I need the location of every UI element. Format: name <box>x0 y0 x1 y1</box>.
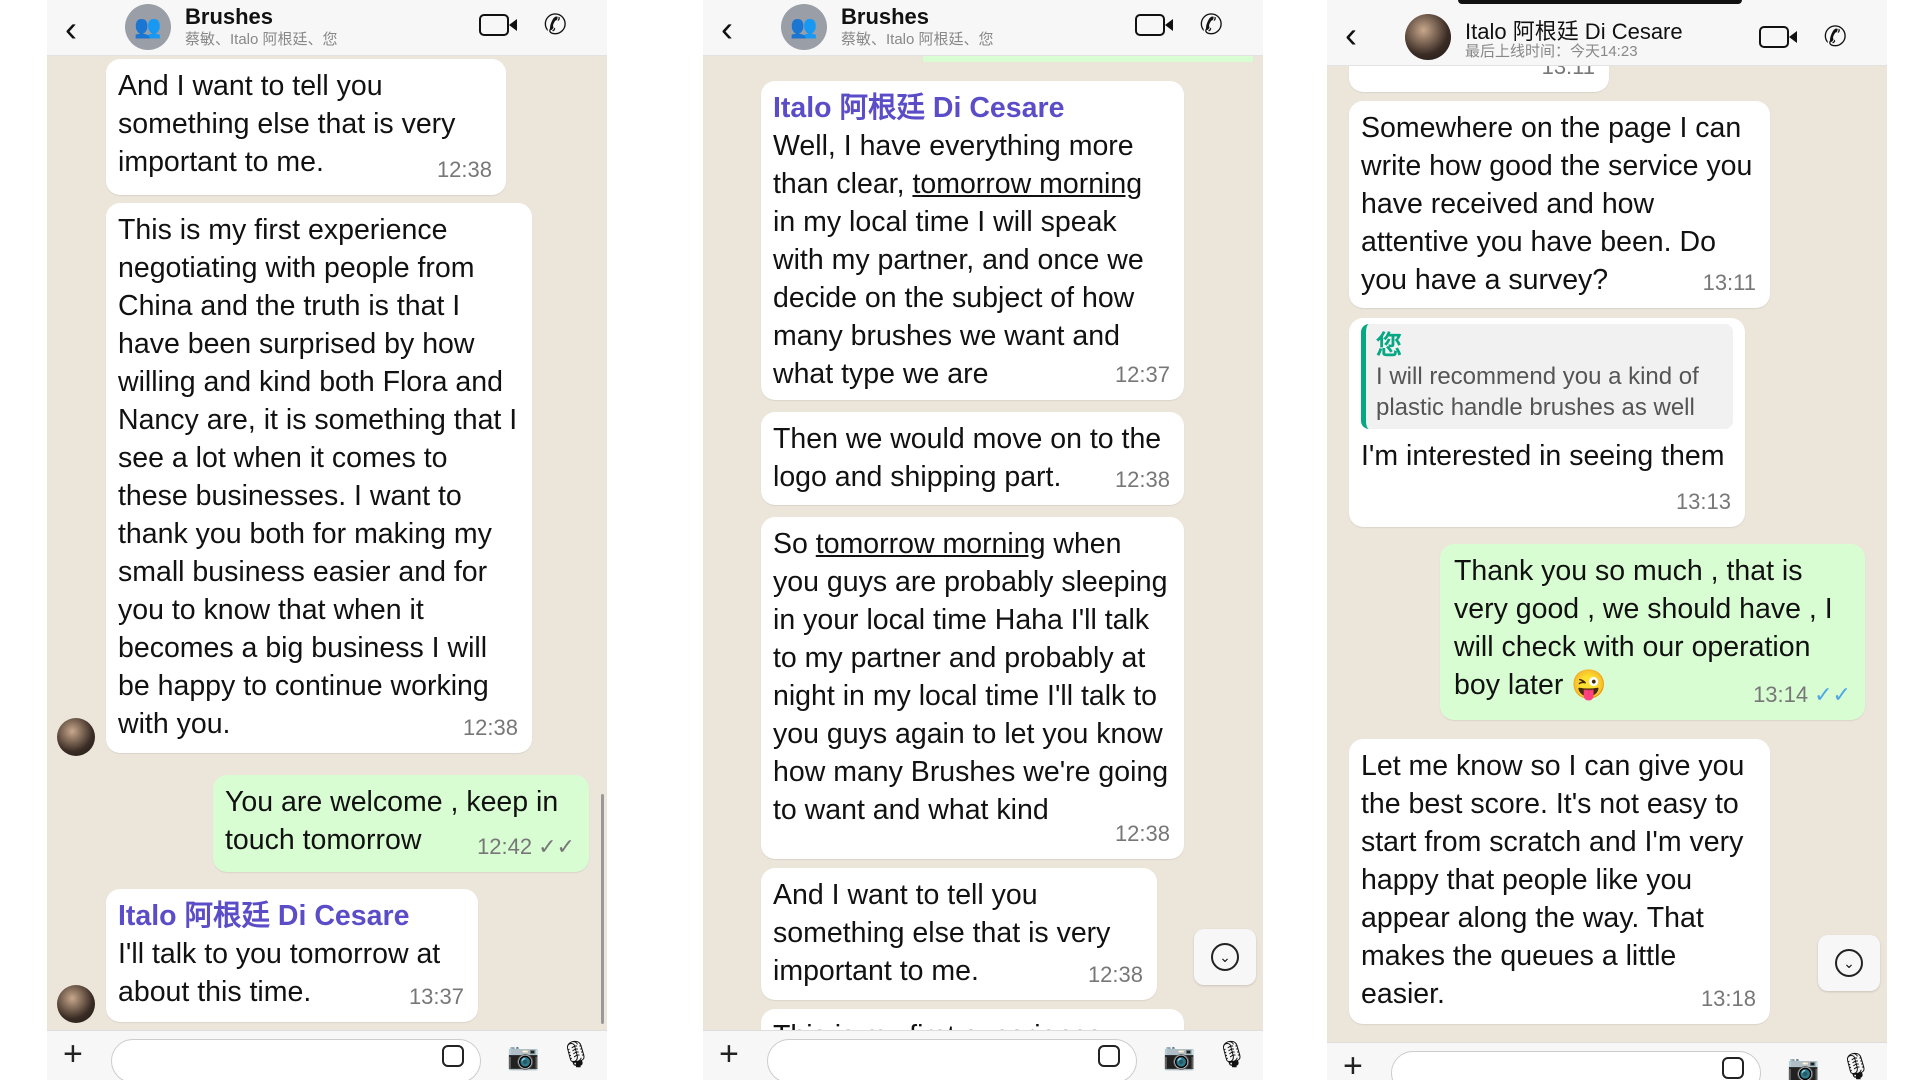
chat-title[interactable]: Brushes <box>841 4 929 30</box>
message-time: 12:38 <box>436 157 492 182</box>
phone-call-icon[interactable]: ✆ <box>544 8 567 41</box>
message-text: I'll talk to you tomorrow at about this … <box>118 938 441 1008</box>
message-text: Then we would move on to the logo and sh… <box>773 423 1162 493</box>
sender-name[interactable]: Italo 阿根廷 Di Cesare <box>118 897 466 935</box>
quoted-sender: 您 <box>1376 330 1403 360</box>
message-bubble[interactable]: 您 I will recommend you a kind of plastic… <box>1349 318 1745 527</box>
message-time: 12:38 <box>1114 467 1170 492</box>
chat-subtitle: 蔡敏、Italo 阿根廷、您 <box>841 31 994 48</box>
sticker-icon[interactable] <box>1722 1057 1744 1079</box>
camera-icon[interactable]: 📷 <box>1163 1041 1195 1072</box>
input-bar: + 📷 🎙 <box>47 1030 607 1080</box>
phone-call-icon[interactable]: ✆ <box>1200 8 1223 41</box>
back-icon[interactable]: ‹ <box>1345 14 1357 56</box>
chat-subtitle: 最后上线时间：今天14:23 <box>1465 43 1638 60</box>
message-text: This is my first experience negotiating … <box>118 214 518 740</box>
back-icon[interactable]: ‹ <box>721 8 733 50</box>
chat-header: ‹ Italo 阿根廷 Di Cesare 最后上线时间：今天14:23 ✆ <box>1327 0 1887 66</box>
quoted-reply[interactable]: 您 I will recommend you a kind of plastic… <box>1361 324 1733 429</box>
sent-message-bubble[interactable]: You are welcome , keep in touch tomorrow… <box>213 775 589 872</box>
video-call-icon[interactable] <box>1759 26 1797 48</box>
message-time: 12:37 <box>1114 362 1170 387</box>
chat-header: ‹ 👥 Brushes 蔡敏、Italo 阿根廷、您 ✆ <box>47 0 607 56</box>
message-bubble[interactable]: And I want to tell you something else th… <box>761 868 1157 1000</box>
message-bubble[interactable]: Italo 阿根廷 Di Cesare Well, I have everyth… <box>761 81 1184 400</box>
message-bubble[interactable]: Somewhere on the page I can write how go… <box>1349 101 1770 308</box>
chat-panel-3: ‹ Italo 阿根廷 Di Cesare 最后上线时间：今天14:23 ✆ 1… <box>1327 0 1887 1080</box>
device-notch <box>1458 0 1742 4</box>
contact-avatar[interactable] <box>1405 14 1451 60</box>
chevron-down-icon: ⌄ <box>1835 949 1863 977</box>
message-text: Somewhere on the page I can write how go… <box>1361 112 1753 296</box>
message-text: in my local time I will speak with my pa… <box>773 206 1144 390</box>
message-time: 13:37 <box>408 984 464 1009</box>
quoted-text: I will recommend you a kind of plastic h… <box>1376 363 1699 421</box>
message-input[interactable] <box>111 1039 481 1080</box>
date-link[interactable]: tomorrow morning <box>816 528 1046 560</box>
message-time: 13:11 <box>1702 270 1756 295</box>
sender-name[interactable]: Italo 阿根廷 Di Cesare <box>773 89 1172 127</box>
message-time: 12:38 <box>1087 962 1143 987</box>
video-call-icon[interactable] <box>1135 14 1173 36</box>
phone-call-icon[interactable]: ✆ <box>1824 20 1847 53</box>
message-bubble[interactable]: Let me know so I can give you the best s… <box>1349 739 1770 1024</box>
plus-icon[interactable]: + <box>719 1035 739 1074</box>
sticker-icon[interactable] <box>442 1045 464 1067</box>
chat-title[interactable]: Brushes <box>185 4 273 30</box>
plus-icon[interactable]: + <box>63 1035 83 1074</box>
input-bar: + 📷 🎙 <box>703 1030 1263 1080</box>
sticker-icon[interactable] <box>1098 1045 1120 1067</box>
camera-icon[interactable]: 📷 <box>1787 1053 1819 1080</box>
message-text: Let me know so I can give you the best s… <box>1361 750 1745 1010</box>
message-time: 13:14 <box>1753 682 1809 707</box>
message-input[interactable] <box>1391 1051 1761 1080</box>
message-time: 12:38 <box>1114 821 1170 846</box>
message-bubble[interactable]: Italo 阿根廷 Di Cesare I'll talk to you tom… <box>106 889 478 1022</box>
scroll-down-button[interactable]: ⌄ <box>1818 935 1880 991</box>
group-avatar[interactable]: 👥 <box>125 4 171 50</box>
message-text: when you guys are probably sleeping in y… <box>773 528 1169 826</box>
message-input[interactable] <box>767 1039 1137 1080</box>
chat-panel-1: ‹ 👥 Brushes 蔡敏、Italo 阿根廷、您 ✆ And I want … <box>47 0 607 1080</box>
scrollbar[interactable] <box>601 794 604 1024</box>
chevron-down-icon: ⌄ <box>1211 943 1239 971</box>
sender-avatar[interactable] <box>57 718 95 756</box>
sent-bubble-edge <box>923 56 1253 62</box>
camera-icon[interactable]: 📷 <box>507 1041 539 1072</box>
input-bar: + 📷 🎙 <box>1327 1042 1887 1080</box>
scroll-down-button[interactable]: ⌄ <box>1194 929 1256 985</box>
sent-message-bubble[interactable]: Thank you so much , that is very good , … <box>1440 544 1865 720</box>
message-text: And I want to tell you something else th… <box>773 879 1111 987</box>
message-bubble[interactable]: So tomorrow morning when you guys are pr… <box>761 517 1184 859</box>
plus-icon[interactable]: + <box>1343 1047 1363 1080</box>
video-call-icon[interactable] <box>479 14 517 36</box>
microphone-icon[interactable]: 🎙 <box>1839 1051 1872 1080</box>
chat-subtitle: 蔡敏、Italo 阿根廷、您 <box>185 31 338 48</box>
message-text: And I want to tell you something else th… <box>118 70 456 178</box>
read-ticks-icon: ✓✓ <box>1814 682 1851 707</box>
date-link[interactable]: tomorrow morning <box>912 168 1142 200</box>
microphone-icon[interactable]: 🎙 <box>559 1039 592 1070</box>
message-time: 13:13 <box>1675 489 1731 514</box>
group-avatar[interactable]: 👥 <box>781 4 827 50</box>
message-time: 13:18 <box>1700 986 1756 1011</box>
microphone-icon[interactable]: 🎙 <box>1215 1039 1248 1070</box>
message-time: 12:42 <box>477 834 533 859</box>
message-text: So <box>773 528 816 560</box>
chat-panel-2: ‹ 👥 Brushes 蔡敏、Italo 阿根廷、您 ✆ Italo 阿根廷 D… <box>703 0 1263 1080</box>
back-icon[interactable]: ‹ <box>65 8 77 50</box>
message-bubble[interactable]: Then we would move on to the logo and sh… <box>761 412 1184 505</box>
message-bubble[interactable]: This is my first experience negotiating … <box>106 203 532 753</box>
message-bubble[interactable]: And I want to tell you something else th… <box>106 59 506 195</box>
sender-avatar[interactable] <box>57 985 95 1023</box>
read-ticks-icon: ✓✓ <box>538 834 575 859</box>
chat-header: ‹ 👥 Brushes 蔡敏、Italo 阿根廷、您 ✆ <box>703 0 1263 56</box>
message-text: I'm interested in seeing them <box>1361 440 1725 472</box>
message-time: 12:38 <box>462 715 518 740</box>
